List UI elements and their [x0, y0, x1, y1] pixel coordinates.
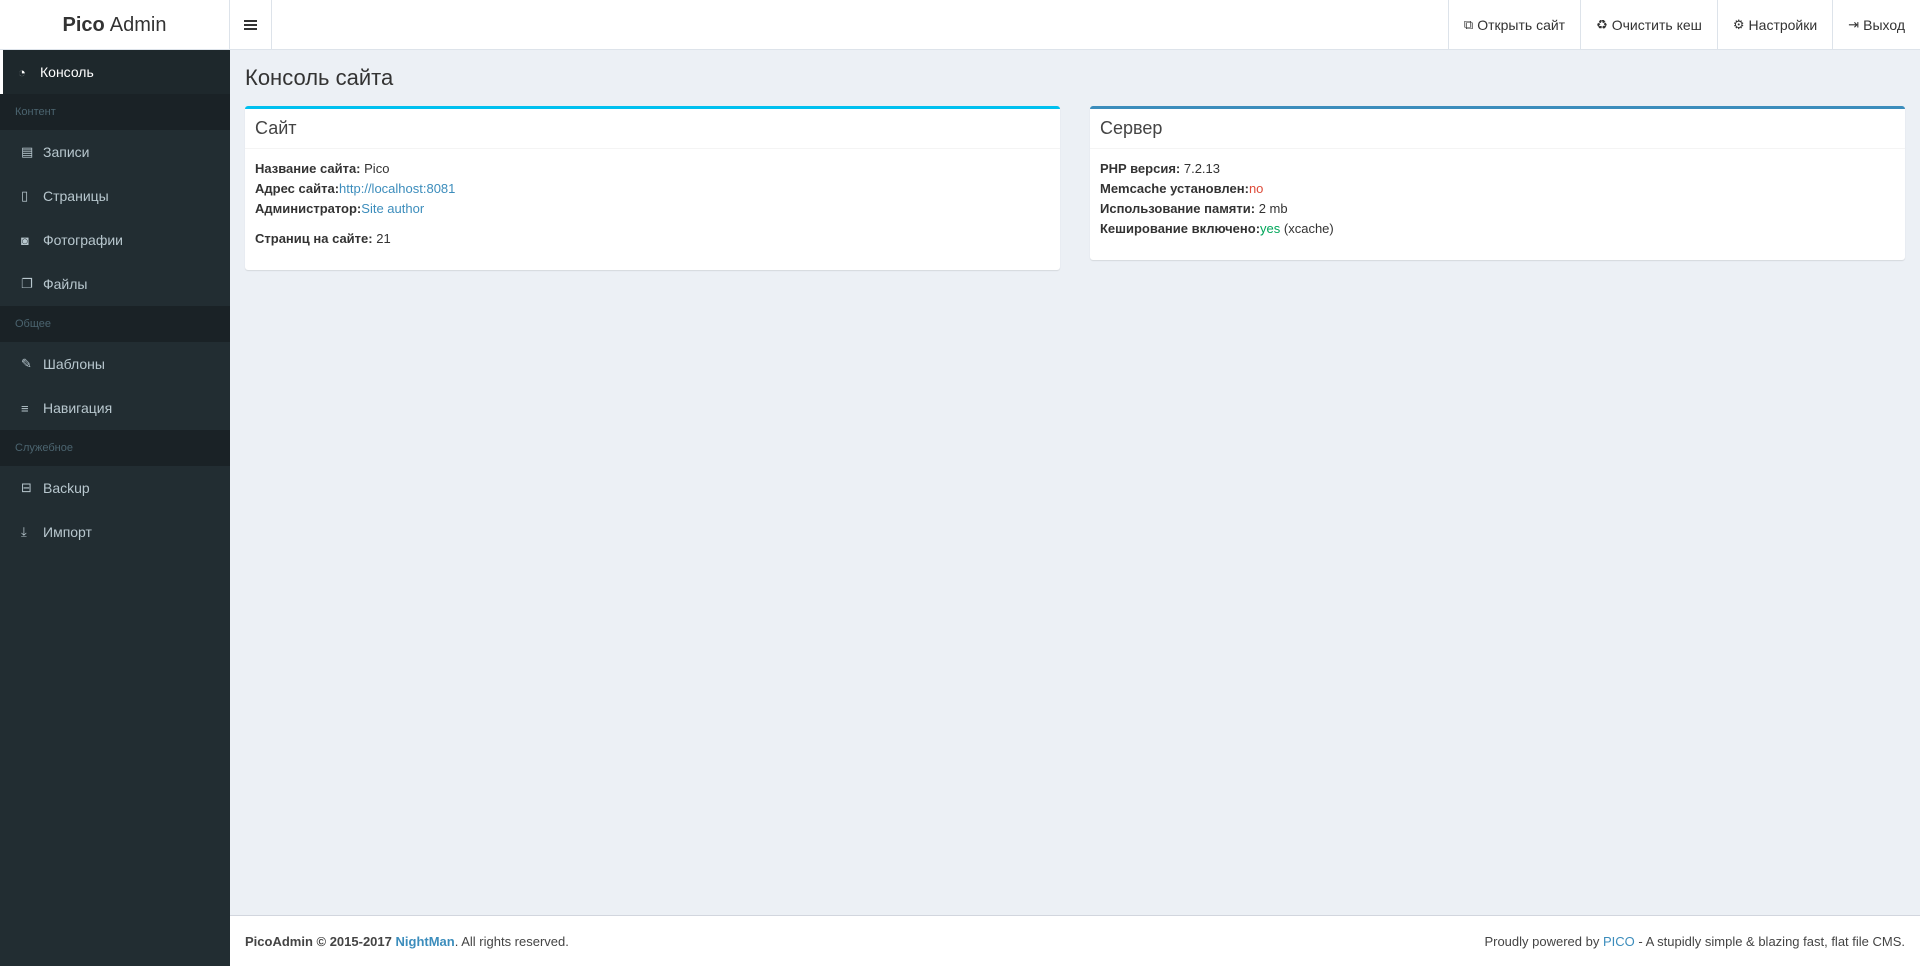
sidebar-item-import[interactable]: ⤓ Импорт	[0, 510, 230, 554]
site-info-box: Сайт Название сайта: Pico Адрес сайта:ht…	[245, 106, 1060, 270]
dashboard-icon: ◔	[18, 64, 26, 80]
memcache-label: Memcache установлен:	[1100, 181, 1249, 196]
sidebar-toggle-button[interactable]	[230, 0, 272, 50]
settings-label: Настройки	[1748, 17, 1818, 33]
memory-usage-value: 2 mb	[1258, 201, 1288, 216]
sidebar-item-pages[interactable]: ▯ Страницы	[0, 174, 230, 218]
sidebar-item-label: Файлы	[43, 276, 88, 292]
sign-out-icon: ⇥	[1848, 17, 1860, 32]
server-box-title: Сервер	[1090, 109, 1905, 149]
top-nav: ⧉ Открыть сайт ♻ Очистить кеш ⚙ Настройк…	[1447, 0, 1920, 50]
caching-value: yes	[1260, 221, 1281, 236]
site-admin-label: Администратор:	[255, 201, 362, 216]
sidebar: ◔ Консоль Контент ▤ Записи ▯ Страницы ◙ …	[0, 50, 230, 966]
bars-icon	[244, 18, 257, 32]
recycle-icon: ♻	[1596, 17, 1608, 32]
sidebar-item-posts[interactable]: ▤ Записи	[0, 130, 230, 174]
camera-icon: ◙	[21, 232, 29, 248]
memcache-row: Memcache установлен:no	[1100, 179, 1895, 199]
server-box-body: PHP версия: 7.2.13 Memcache установлен:n…	[1090, 149, 1905, 249]
site-url-link[interactable]: http://localhost:8081	[339, 181, 455, 196]
sidebar-item-files[interactable]: ❐ Файлы	[0, 262, 230, 306]
newspaper-icon: ▤	[21, 144, 34, 159]
external-link-icon: ⧉	[1463, 17, 1474, 32]
pico-link[interactable]: PICO	[1603, 934, 1635, 949]
sidebar-item-label: Шаблоны	[43, 356, 105, 372]
powered-prefix: Proudly powered by	[1484, 933, 1600, 949]
file-icon: ▯	[21, 188, 29, 203]
site-url-label: Адрес сайта:	[255, 181, 340, 196]
copyright-text: PicoAdmin © 2015-2017	[245, 933, 392, 949]
sidebar-item-label: Страницы	[43, 188, 109, 204]
sidebar-item-label: Консоль	[40, 64, 94, 80]
server-info-box: Сервер PHP версия: 7.2.13 Memcache устан…	[1090, 106, 1905, 260]
open-site-link[interactable]: ⧉ Открыть сайт	[1447, 0, 1580, 50]
powered-suffix: - A stupidly simple & blazing fast, flat…	[1638, 933, 1905, 949]
memory-usage-row: Использование памяти: 2 mb	[1100, 199, 1895, 219]
logo-bold: Pico	[62, 13, 105, 36]
site-box-body: Название сайта: Pico Адрес сайта:http://…	[245, 149, 1060, 259]
sidebar-item-console[interactable]: ◔ Консоль	[0, 50, 230, 94]
logo[interactable]: Pico Admin	[0, 0, 230, 50]
site-admin-row: Администратор:Site author	[255, 199, 1050, 219]
site-admin-link[interactable]: Site author	[361, 201, 424, 216]
rights-text: . All rights reserved.	[454, 933, 569, 949]
gears-icon: ⚙	[1732, 17, 1745, 32]
site-name-label: Название сайта:	[255, 161, 361, 176]
site-box-title: Сайт	[245, 109, 1060, 149]
author-link[interactable]: NightMan	[396, 934, 455, 949]
footer: PicoAdmin © 2015-2017 NightMan. All righ…	[230, 915, 1920, 966]
footer-copyright: PicoAdmin © 2015-2017 NightMan. All righ…	[245, 934, 569, 949]
paint-brush-icon: ✎	[21, 356, 32, 371]
site-url-row: Адрес сайта:http://localhost:8081	[255, 179, 1050, 199]
sidebar-item-photos[interactable]: ◙ Фотографии	[0, 218, 230, 262]
download-icon: ⤓	[21, 524, 27, 539]
site-pages-label: Страниц на сайте:	[255, 231, 373, 246]
page-title: Консоль сайта	[245, 65, 394, 90]
sidebar-header-service: Служебное	[0, 430, 230, 466]
main-content: Консоль сайта Сайт Название сайта: Pico …	[230, 51, 1920, 915]
bars-icon: ≡	[21, 400, 29, 416]
site-pages-row: Страниц на сайте: 21	[255, 229, 1050, 249]
logout-link[interactable]: ⇥ Выход	[1832, 0, 1920, 50]
hdd-icon: ⊟	[21, 480, 32, 495]
sidebar-item-templates[interactable]: ✎ Шаблоны	[0, 342, 230, 386]
caching-extra: (xcache)	[1283, 221, 1334, 236]
sidebar-header-content: Контент	[0, 94, 230, 130]
settings-link[interactable]: ⚙ Настройки	[1716, 0, 1832, 50]
memory-usage-label: Использование памяти:	[1100, 201, 1256, 216]
sidebar-item-label: Импорт	[43, 524, 92, 540]
php-version-label: PHP версия:	[1100, 161, 1181, 176]
sidebar-item-label: Фотографии	[43, 232, 124, 248]
sidebar-item-backup[interactable]: ⊟ Backup	[0, 466, 230, 510]
sidebar-item-navigation[interactable]: ≡ Навигация	[0, 386, 230, 430]
caching-row: Кеширование включено:yes (xcache)	[1100, 219, 1895, 239]
logout-label: Выход	[1863, 17, 1905, 33]
footer-powered: Proudly powered by PICO - A stupidly sim…	[1484, 934, 1905, 949]
logo-rest: Admin	[109, 13, 167, 36]
clear-cache-label: Очистить кеш	[1611, 17, 1702, 33]
files-icon: ❐	[21, 276, 33, 291]
memcache-value: no	[1248, 181, 1264, 196]
sidebar-header-general: Общее	[0, 306, 230, 342]
php-version-value: 7.2.13	[1183, 161, 1221, 176]
sidebar-item-label: Backup	[43, 480, 90, 496]
site-pages-value: 21	[376, 231, 391, 246]
php-version-row: PHP версия: 7.2.13	[1100, 159, 1895, 179]
site-name-value: Pico	[364, 161, 390, 176]
top-header: Pico Admin ⧉ Открыть сайт ♻ Очистить кеш…	[0, 0, 1920, 50]
sidebar-item-label: Навигация	[43, 400, 113, 416]
open-site-label: Открыть сайт	[1477, 17, 1566, 33]
caching-label: Кеширование включено:	[1100, 221, 1261, 236]
sidebar-item-label: Записи	[43, 144, 90, 160]
clear-cache-link[interactable]: ♻ Очистить кеш	[1580, 0, 1717, 50]
site-name-row: Название сайта: Pico	[255, 159, 1050, 179]
